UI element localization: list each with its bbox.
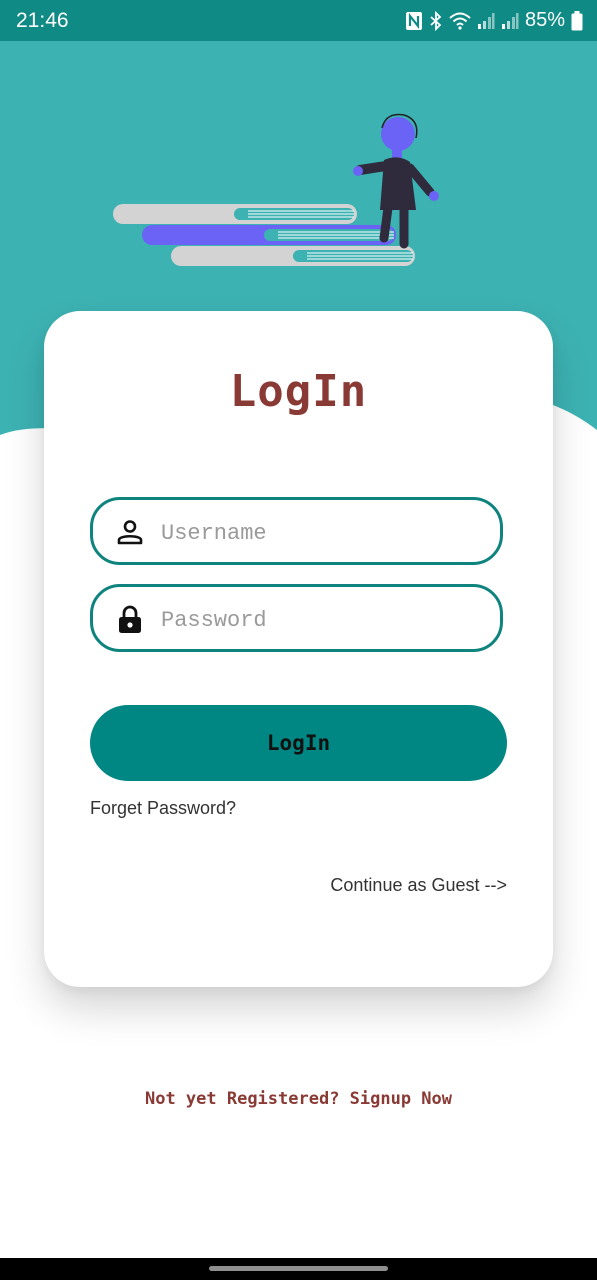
signal-icon (477, 12, 495, 29)
signup-link[interactable]: Not yet Registered? Signup Now (0, 1089, 597, 1109)
wifi-icon (449, 12, 471, 30)
person-walking-up-books-illustration (113, 113, 439, 266)
battery-icon (571, 10, 583, 30)
login-title: LogIn (229, 366, 368, 417)
bluetooth-icon (430, 10, 442, 31)
status-bar: 21:46 85% (0, 0, 597, 41)
password-field[interactable] (90, 584, 503, 652)
forget-password-link[interactable]: Forget Password? (90, 798, 236, 819)
password-input[interactable] (159, 599, 483, 641)
signal-icon (501, 12, 519, 29)
navigation-bar (0, 1258, 597, 1280)
continue-as-guest-link[interactable]: Continue as Guest --> (330, 875, 507, 896)
username-field[interactable] (90, 497, 503, 565)
person-icon (117, 520, 143, 545)
login-button[interactable]: LogIn (90, 705, 507, 781)
battery-percent: 85% (524, 9, 565, 31)
nfc-icon (405, 11, 422, 30)
home-gesture-handle[interactable] (209, 1266, 388, 1271)
status-icons: 85% (405, 9, 583, 32)
status-time: 21:46 (16, 9, 69, 32)
username-input[interactable] (159, 512, 483, 554)
lock-icon (119, 605, 141, 633)
